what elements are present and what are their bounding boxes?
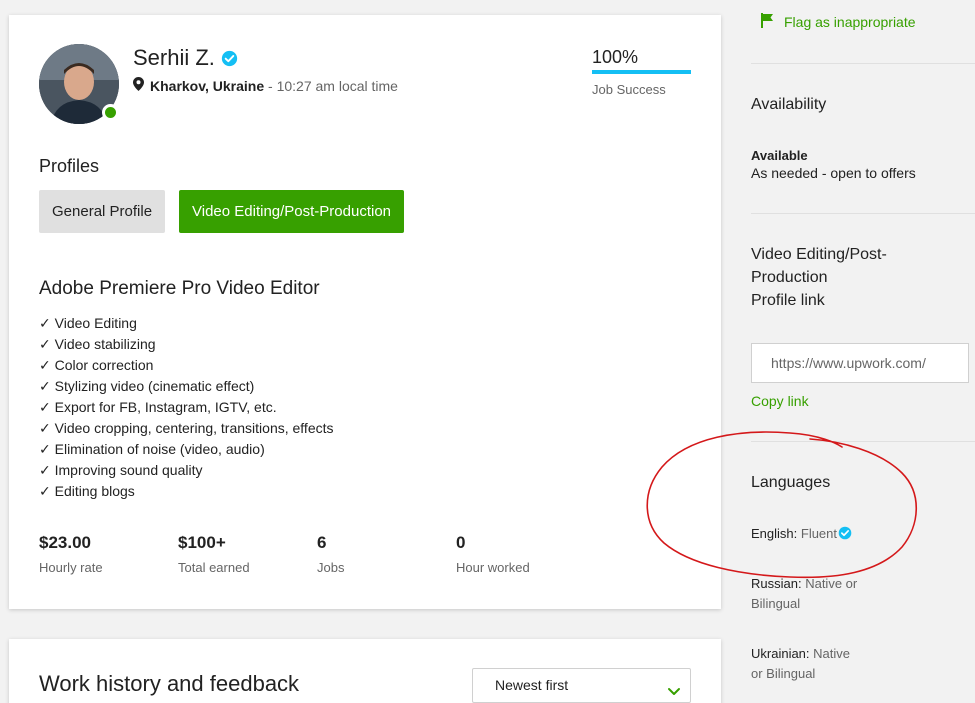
language-item-english: English: Fluent <box>751 524 852 544</box>
flag-inappropriate-link[interactable]: Flag as inappropriate <box>761 13 916 31</box>
language-level: Native or <box>805 576 858 591</box>
stat-value: 6 <box>317 533 327 552</box>
skill-item: ✓ Video cropping, centering, transitions… <box>39 420 334 436</box>
profile-page: Serhii Z. Kharkov, Ukraine - 10:27 am lo… <box>0 0 975 703</box>
job-success-value: 100% <box>592 47 639 67</box>
flag-icon <box>761 13 774 31</box>
job-success-label: Job Success <box>592 82 666 97</box>
tab-general-profile[interactable]: General Profile <box>39 190 166 233</box>
flag-label: Flag as inappropriate <box>784 14 916 30</box>
language-item-ukrainian: Ukrainian: Native or Bilingual <box>751 644 850 684</box>
availability-heading: Availability <box>751 96 827 113</box>
profiles-heading: Profiles <box>39 156 100 176</box>
location-pin-icon <box>133 77 144 94</box>
stat-value: $100+ <box>178 533 226 552</box>
stat-label: Jobs <box>317 560 345 575</box>
stat-label: Hourly rate <box>39 560 103 575</box>
sort-dropdown-value: Newest first <box>495 677 569 693</box>
language-name: Ukrainian: <box>751 646 810 661</box>
work-history-card: Work history and feedback Newest first <box>9 639 721 703</box>
local-time: - 10:27 am local time <box>264 77 398 94</box>
divider <box>751 441 975 442</box>
chevron-down-icon <box>666 678 682 695</box>
skill-item: ✓ Improving sound quality <box>39 462 203 478</box>
work-history-title: Work history and feedback <box>39 671 300 696</box>
profile-card: Serhii Z. Kharkov, Ukraine - 10:27 am lo… <box>9 15 721 609</box>
language-item-russian: Russian: Native or Bilingual <box>751 574 857 614</box>
location-row: Kharkov, Ukraine - 10:27 am local time <box>133 77 398 94</box>
online-status-dot <box>102 104 119 121</box>
profile-link-heading-line: Profile link <box>751 292 825 309</box>
stat-jobs: 6 Jobs <box>317 533 344 575</box>
language-level: Native <box>813 646 851 661</box>
stat-hours-worked: 0 Hour worked <box>456 533 530 575</box>
skill-item: ✓ Export for FB, Instagram, IGTV, etc. <box>39 399 277 415</box>
language-name: Russian: <box>751 576 802 591</box>
stat-total-earned: $100+ Total earned <box>178 533 250 575</box>
profile-link-heading-line: Production <box>751 269 828 286</box>
verified-icon <box>838 526 852 540</box>
skill-item: ✓ Video stabilizing <box>39 336 156 352</box>
availability-status: Available <box>751 148 808 163</box>
skill-item: ✓ Stylizing video (cinematic effect) <box>39 378 255 394</box>
skill-item: ✓ Elimination of noise (video, audio) <box>39 441 265 457</box>
language-level: Bilingual <box>751 596 801 611</box>
profile-title: Adobe Premiere Pro Video Editor <box>39 278 320 299</box>
language-level: or Bilingual <box>751 666 816 681</box>
skill-item: ✓ Color correction <box>39 357 154 373</box>
stat-label: Hour worked <box>456 560 530 575</box>
languages-heading: Languages <box>751 474 831 491</box>
stat-hourly-rate: $23.00 Hourly rate <box>39 533 103 575</box>
verified-icon <box>221 50 238 67</box>
location-city: Kharkov, Ukraine <box>150 77 265 94</box>
profile-link-heading: Video Editing/Post- Production Profile l… <box>751 243 887 312</box>
tab-video-editing-profile[interactable]: Video Editing/Post-Production <box>179 190 405 233</box>
sidebar: Flag as inappropriate Availability Avail… <box>751 0 975 703</box>
profile-link-heading-line: Video Editing/Post- <box>751 246 887 263</box>
divider <box>751 63 975 64</box>
job-success-bar-fill <box>592 70 691 74</box>
profile-name: Serhii Z. <box>133 45 215 70</box>
skill-item: ✓ Editing blogs <box>39 483 135 499</box>
stat-label: Total earned <box>178 560 250 575</box>
copy-link-button[interactable]: Copy link <box>751 393 809 409</box>
language-level: Fluent <box>800 526 838 541</box>
skills-list: ✓ Video Editing ✓ Video stabilizing ✓ Co… <box>39 313 334 502</box>
profile-name-row: Serhii Z. <box>133 45 238 71</box>
job-success-bar <box>592 70 691 74</box>
sort-dropdown[interactable]: Newest first <box>472 668 691 703</box>
stat-value: $23.00 <box>39 533 91 552</box>
availability-detail: As needed - open to offers <box>751 165 916 181</box>
profile-link-field[interactable]: https://www.upwork.com/ <box>751 343 969 383</box>
skill-item: ✓ Video Editing <box>39 315 137 331</box>
stat-value: 0 <box>456 533 466 552</box>
divider <box>751 213 975 214</box>
job-success: 100% Job Success <box>592 47 692 97</box>
language-name: English: <box>751 526 798 541</box>
